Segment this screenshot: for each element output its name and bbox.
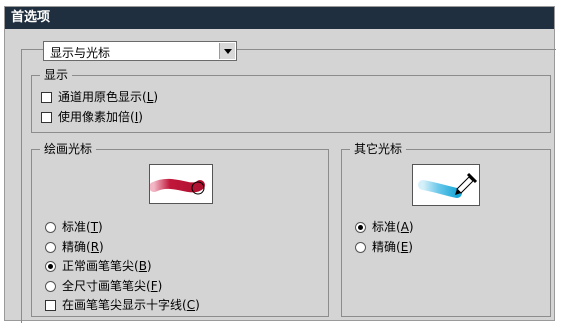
other-cursors-title: 其它光标 (350, 142, 407, 156)
dialog-title: 首选项 (5, 7, 554, 29)
painting-normal-brush-tip-radio[interactable]: 正常画笔笔尖(B) (45, 258, 152, 274)
radio-button[interactable] (45, 241, 56, 253)
option-label: 全尺寸画笔笔尖( (62, 279, 151, 293)
display-group: 显示 通道用原色显示(L) 使用像素加倍(I) (31, 68, 551, 133)
option-suffix: ) (138, 110, 143, 124)
access-key: R (90, 240, 100, 254)
option-suffix: ) (99, 240, 104, 254)
radio-button[interactable] (355, 241, 366, 253)
access-key: B (138, 259, 147, 273)
radio-button[interactable] (45, 260, 56, 272)
access-key: E (400, 240, 409, 254)
chevron-down-icon[interactable] (219, 43, 235, 59)
channels-in-color-checkbox[interactable]: 通道用原色显示(L) (41, 89, 158, 105)
checkbox-box[interactable] (45, 299, 56, 311)
display-group-title: 显示 (40, 68, 73, 82)
pixel-doubling-checkbox[interactable]: 使用像素加倍(I) (41, 109, 143, 125)
eyedropper-icon (412, 164, 480, 206)
access-key: L (146, 90, 154, 104)
option-suffix: ) (146, 259, 152, 273)
access-key: C (186, 298, 196, 312)
painting-cursors-group: 绘画光标 标准(T) 精确(R) 正常画笔笔尖(B) 全尺寸画笔笔尖(… (31, 142, 329, 317)
option-label: 标准( (372, 220, 401, 234)
brush-stroke-icon (149, 164, 213, 204)
radio-button[interactable] (45, 280, 56, 292)
access-key: A (400, 220, 409, 234)
painting-full-size-brush-tip-radio[interactable]: 全尺寸画笔笔尖(F) (45, 278, 162, 294)
option-suffix: ) (153, 90, 159, 104)
show-crosshair-checkbox[interactable]: 在画笔笔尖显示十字线(C) (45, 297, 200, 313)
other-precise-radio[interactable]: 精确(E) (355, 239, 413, 255)
radio-button[interactable] (355, 221, 366, 233)
checkbox-box[interactable] (41, 91, 52, 103)
select-value: 显示与光标 (50, 46, 111, 60)
option-label: 标准( (62, 220, 91, 234)
option-suffix: ) (408, 240, 413, 254)
painting-standard-radio[interactable]: 标准(T) (45, 219, 103, 235)
access-key: T (90, 220, 99, 234)
checkbox-box[interactable] (41, 111, 52, 123)
radio-button[interactable] (45, 221, 56, 233)
option-label: 精确( (372, 240, 401, 254)
option-label: 精确( (62, 240, 91, 254)
preferences-dialog: 首选项 显示与光标 显示 通道用原色显示(L) 使用像素加倍(I) 绘画光标 (4, 6, 556, 323)
option-suffix: ) (157, 279, 163, 293)
access-key: F (150, 279, 158, 293)
option-label: 在画笔笔尖显示十字线( (62, 298, 187, 312)
option-label: 正常画笔笔尖( (62, 259, 139, 273)
option-suffix: ) (195, 298, 200, 312)
other-standard-radio[interactable]: 标准(A) (355, 219, 414, 235)
option-label: 通道用原色显示( (58, 90, 147, 104)
option-suffix: ) (98, 220, 103, 234)
painting-precise-radio[interactable]: 精确(R) (45, 239, 104, 255)
other-cursors-group: 其它光标 标准(A) 精确(E) (341, 142, 551, 317)
painting-cursors-title: 绘画光标 (40, 142, 97, 156)
option-label: 使用像素加倍( (58, 110, 135, 124)
preferences-section-select[interactable]: 显示与光标 (43, 41, 237, 61)
option-suffix: ) (408, 220, 414, 234)
